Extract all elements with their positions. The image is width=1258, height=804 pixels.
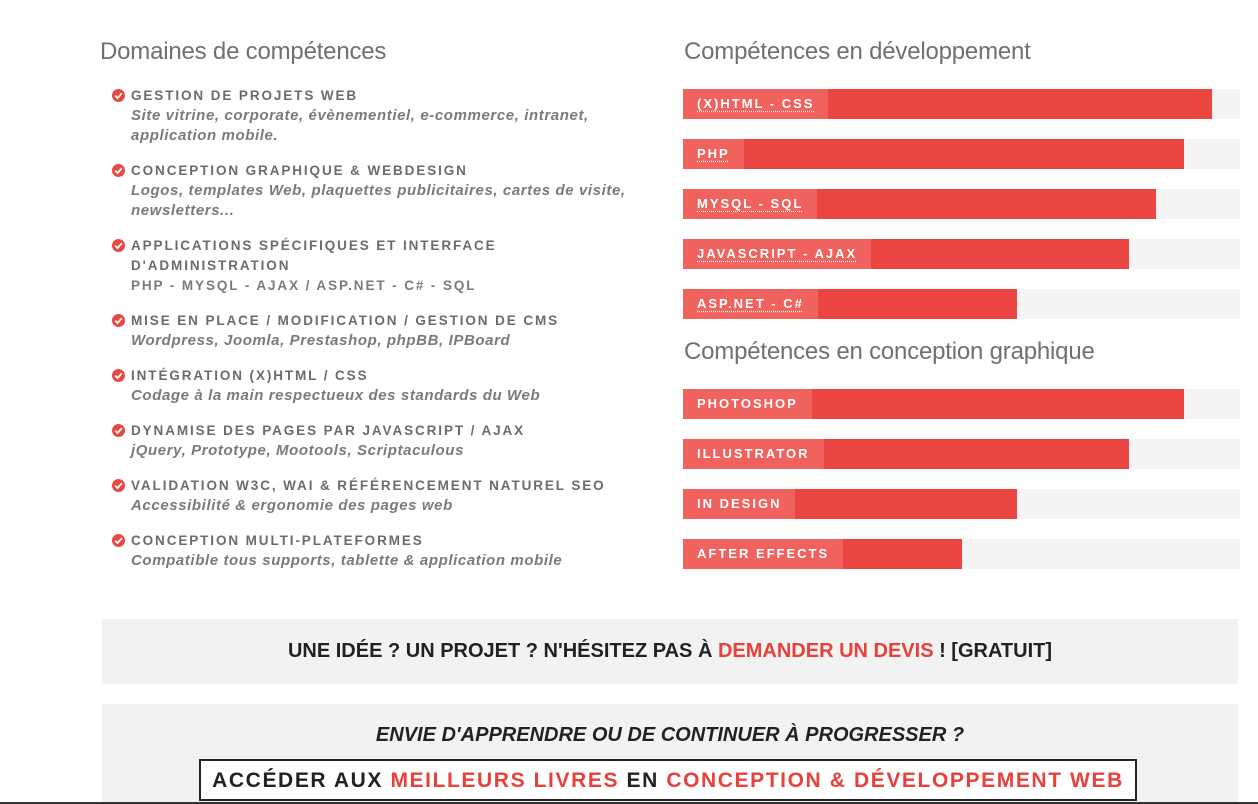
- books-button[interactable]: ACCÉDER AUX MEILLEURS LIVRES EN CONCEPTI…: [199, 759, 1137, 801]
- books-button-mid: EN: [619, 769, 667, 792]
- skill-bar-label: JAVASCRIPT - AJAX: [683, 239, 872, 269]
- domain-subtitle: Logos, templates Web, plaquettes publici…: [131, 182, 626, 219]
- quote-banner-suffix: ! [GRATUIT]: [933, 640, 1053, 662]
- skill-bar-illustrator: ILLUSTRATOR: [683, 439, 1240, 469]
- domain-subtitle: jQuery, Prototype, Mootools, Scriptaculo…: [131, 442, 465, 459]
- check-circle-icon: [112, 534, 125, 547]
- skill-bar-mysql: MYSQL - SQL: [683, 189, 1240, 219]
- skill-bar-html-css: (X)HTML - CSS: [683, 89, 1240, 119]
- domain-subtitle: Compatible tous supports, tablette & app…: [131, 552, 563, 569]
- domain-title: GESTION DE PROJETS WEB: [131, 88, 359, 103]
- skill-bar-label: ILLUSTRATOR: [683, 439, 824, 469]
- skill-bar-after-effects: AFTER EFFECTS: [683, 539, 1240, 569]
- skill-bar-label: IN DESIGN: [683, 489, 796, 519]
- check-circle-icon: [112, 314, 125, 327]
- best-books-link: MEILLEURS LIVRES: [390, 769, 620, 792]
- domain-title: APPLICATIONS SPÉCIFIQUES ET INTERFACE D'…: [131, 238, 497, 273]
- check-circle-icon: [112, 479, 125, 492]
- check-circle-icon: [112, 89, 125, 102]
- skill-bar-aspnet: ASP.NET - C#: [683, 289, 1240, 319]
- check-circle-icon: [112, 164, 125, 177]
- domain-title: MISE EN PLACE / MODIFICATION / GESTION D…: [131, 313, 560, 328]
- quote-banner: UNE IDÉE ? UN PROJET ? N'HÉSITEZ PAS À D…: [102, 619, 1238, 684]
- skill-bar-php: PHP: [683, 139, 1240, 169]
- dev-skills-heading: Compétences en développement: [684, 38, 1031, 65]
- check-circle-icon: [112, 239, 125, 252]
- domain-title: CONCEPTION MULTI-PLATEFORMES: [131, 533, 424, 548]
- check-circle-icon: [112, 424, 125, 437]
- request-quote-link[interactable]: DEMANDER UN DEVIS: [718, 640, 934, 662]
- skill-bar-label: (X)HTML - CSS: [683, 89, 829, 119]
- skill-bar-label: PHP: [683, 139, 744, 169]
- skill-bar-label: AFTER EFFECTS: [683, 539, 844, 569]
- domain-subtitle: Codage à la main respectueux des standar…: [131, 387, 541, 404]
- books-question: ENVIE D'APPRENDRE OU DE CONTINUER À PROG…: [375, 724, 965, 746]
- domain-title: DYNAMISE DES PAGES PAR JAVASCRIPT / AJAX: [131, 423, 526, 438]
- skill-bar-label: MYSQL - SQL: [683, 189, 818, 219]
- domain-title: INTÉGRATION (X)HTML / CSS: [131, 368, 369, 383]
- domains-heading: Domaines de compétences: [100, 38, 387, 65]
- domain-subtitle: Accessibilité & ergonomie des pages web: [131, 497, 453, 514]
- domain-title: VALIDATION W3C, WAI & RÉFÉRENCEMENT NATU…: [131, 478, 606, 493]
- domain-subtitle: Wordpress, Joomla, Prestashop, phpBB, IP…: [131, 332, 511, 349]
- check-circle-icon: [112, 369, 125, 382]
- graph-skills-heading: Compétences en conception graphique: [684, 338, 1095, 365]
- skill-bar-javascript: JAVASCRIPT - AJAX: [683, 239, 1240, 269]
- quote-banner-text: UNE IDÉE ? UN PROJET ? N'HÉSITEZ PAS À: [287, 640, 718, 662]
- domain-subtitle: Site vitrine, corporate, évènementiel, e…: [131, 107, 589, 144]
- design-dev-link: CONCEPTION & DÉVELOPPEMENT WEB: [666, 769, 1124, 792]
- books-banner: ENVIE D'APPRENDRE OU DE CONTINUER À PROG…: [102, 704, 1238, 804]
- skill-bar-label: PHOTOSHOP: [683, 389, 812, 419]
- books-button-prefix: ACCÉDER AUX: [212, 769, 391, 792]
- skill-bar-photoshop: PHOTOSHOP: [683, 389, 1240, 419]
- domain-subtitle: PHP - MYSQL - AJAX / ASP.NET - C# - SQL: [131, 278, 477, 293]
- skill-bar-label: ASP.NET - C#: [683, 289, 818, 319]
- domain-title: CONCEPTION GRAPHIQUE & WEBDESIGN: [131, 163, 468, 178]
- skill-bar-indesign: IN DESIGN: [683, 489, 1240, 519]
- skill-bar-fill: [683, 139, 1185, 169]
